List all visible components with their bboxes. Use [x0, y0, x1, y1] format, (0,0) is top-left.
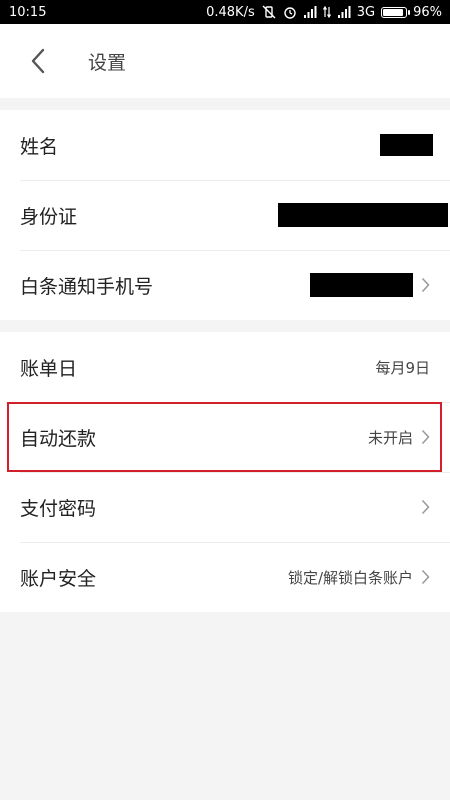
alarm-icon [283, 5, 297, 19]
network-speed: 0.48K/s [206, 4, 255, 20]
status-bar: 10:15 0.48K/s 3G 96% [0, 0, 450, 24]
section-spacer [0, 320, 450, 332]
row-label: 姓名 [20, 135, 59, 158]
row-id-card[interactable]: 身份证 [0, 180, 450, 250]
row-billing-day[interactable]: 账单日 每月9日 [0, 332, 450, 402]
page-title: 设置 [88, 51, 127, 74]
row-value: 每月9日 [375, 358, 430, 377]
row-notify-phone[interactable]: 白条通知手机号 [0, 250, 450, 320]
chevron-right-icon [421, 499, 430, 515]
data-transfer-icon [322, 6, 331, 18]
redacted-phone-value [310, 273, 413, 297]
chevron-right-icon [421, 429, 430, 445]
status-time: 10:15 [9, 4, 47, 20]
redacted-name-value [380, 134, 433, 156]
row-label: 账户安全 [20, 567, 97, 590]
row-name[interactable]: 姓名 [0, 110, 450, 180]
row-label: 自动还款 [20, 427, 97, 450]
section-personal: 姓名 身份证 白条通知手机号 [0, 110, 450, 320]
row-value: 未开启 [367, 428, 413, 447]
header: 设置 [0, 24, 450, 98]
row-label: 账单日 [20, 357, 78, 380]
section-spacer [0, 98, 450, 110]
network-type: 3G [356, 4, 376, 20]
chevron-right-icon [421, 277, 430, 293]
back-button[interactable] [0, 24, 76, 98]
battery-percent: 96% [413, 4, 442, 20]
row-label: 支付密码 [20, 497, 97, 520]
row-label: 白条通知手机号 [20, 275, 154, 298]
chevron-left-icon [31, 48, 45, 74]
row-label: 身份证 [20, 205, 78, 228]
battery-icon [381, 6, 411, 18]
redacted-id-value [278, 203, 448, 227]
row-auto-repay[interactable]: 自动还款 未开启 [0, 402, 450, 472]
row-account-security[interactable]: 账户安全 锁定/解锁白条账户 [0, 542, 450, 612]
vibrate-off-icon [261, 5, 277, 19]
signal-icon-2 [337, 6, 351, 18]
row-value: 锁定/解锁白条账户 [287, 568, 413, 587]
status-icons: 0.48K/s 3G 96% [206, 5, 442, 20]
section-account: 账单日 每月9日 自动还款 未开启 支付密码 账户安全 锁定/解锁白条账户 [0, 332, 450, 612]
row-pay-password[interactable]: 支付密码 [0, 472, 450, 542]
signal-icon [303, 6, 317, 18]
chevron-right-icon [421, 569, 430, 585]
